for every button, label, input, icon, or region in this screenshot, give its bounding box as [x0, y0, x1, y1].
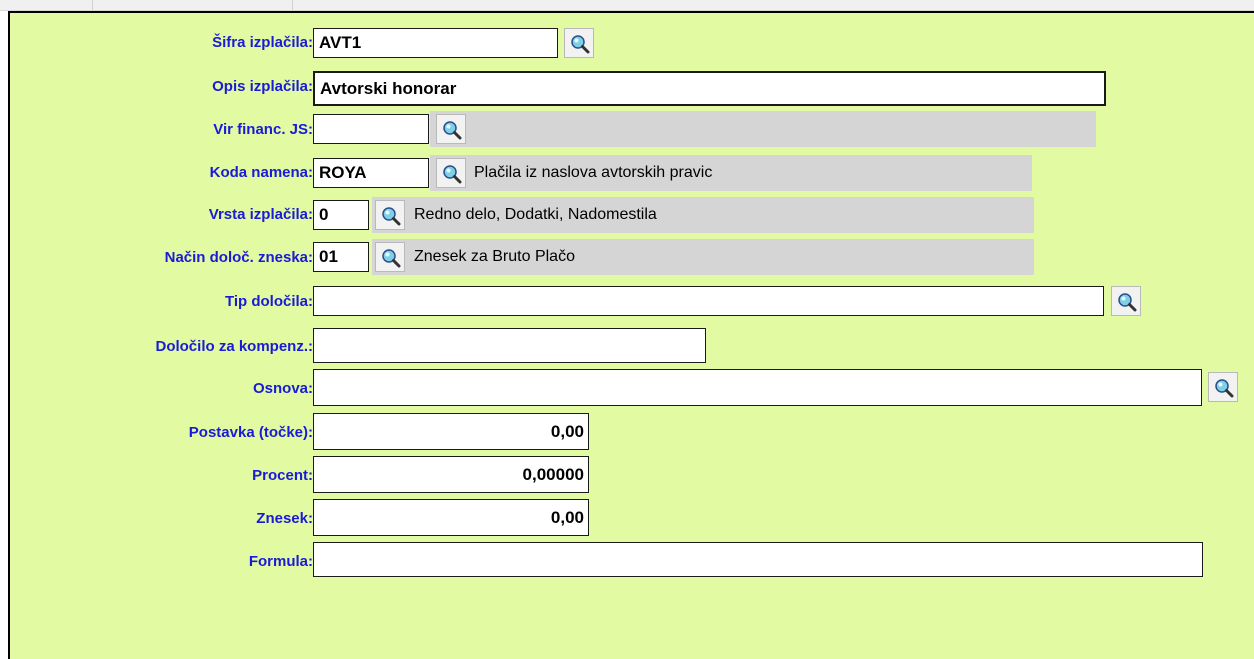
formula-label: Formula: [248, 553, 313, 570]
koda-label: Koda namena: [209, 164, 313, 181]
toolbar-separator [292, 0, 293, 10]
nacin-input[interactable]: 01 [313, 242, 369, 272]
tip-input[interactable] [313, 286, 1104, 316]
koda-description: Plačila iz naslova avtorskih pravic [474, 164, 713, 181]
magnifier-icon [1215, 379, 1234, 398]
vir-input[interactable] [313, 114, 429, 144]
opis-label: Opis izplačila: [212, 78, 313, 95]
nacin-description: Znesek za Bruto Plačo [414, 248, 575, 265]
magnifier-icon [571, 35, 590, 54]
procent-label: Procent: [252, 467, 313, 484]
magnifier-icon [1118, 293, 1137, 312]
magnifier-icon [443, 165, 462, 184]
tip-lookup-button[interactable] [1111, 286, 1141, 316]
postavka-input[interactable]: 0,00 [313, 413, 589, 450]
znesek-input[interactable]: 0,00 [313, 499, 589, 536]
sifra-lookup-button[interactable] [564, 28, 594, 58]
osnova-lookup-button[interactable] [1208, 372, 1238, 402]
vrsta-description: Redno delo, Dodatki, Nadomestila [414, 206, 657, 223]
formula-input[interactable] [313, 542, 1203, 577]
vir-label: Vir financ. JS: [213, 121, 313, 138]
nacin-label: Način določ. zneska: [164, 249, 313, 266]
znesek-label: Znesek: [256, 510, 313, 527]
osnova-input[interactable] [313, 369, 1202, 406]
magnifier-icon [382, 207, 401, 226]
koda-lookup-button[interactable] [436, 158, 466, 188]
payment-form-panel: Šifra izplačila: AVT1 Opis izplačila: Av… [8, 11, 1254, 659]
vrsta-input[interactable]: 0 [313, 200, 369, 230]
dolocilo-label: Določilo za kompenz.: [155, 338, 313, 355]
top-toolbar-strip [0, 0, 1254, 11]
dolocilo-input[interactable] [313, 328, 706, 363]
nacin-lookup-button[interactable] [375, 242, 405, 272]
osnova-label: Osnova: [252, 380, 313, 397]
postavka-label: Postavka (točke): [188, 424, 313, 441]
tip-label: Tip določila: [224, 293, 313, 310]
magnifier-icon [382, 249, 401, 268]
koda-input[interactable]: ROYA [313, 158, 429, 188]
sifra-input[interactable]: AVT1 [313, 28, 558, 58]
vrsta-lookup-button[interactable] [375, 200, 405, 230]
vir-description [430, 111, 1096, 147]
opis-input[interactable]: Avtorski honorar [313, 71, 1106, 106]
toolbar-separator [92, 0, 93, 10]
vir-lookup-button[interactable] [436, 114, 466, 144]
procent-input[interactable]: 0,00000 [313, 456, 589, 493]
sifra-label: Šifra izplačila: [212, 34, 313, 51]
magnifier-icon [443, 121, 462, 140]
vrsta-label: Vrsta izplačila: [208, 206, 313, 223]
